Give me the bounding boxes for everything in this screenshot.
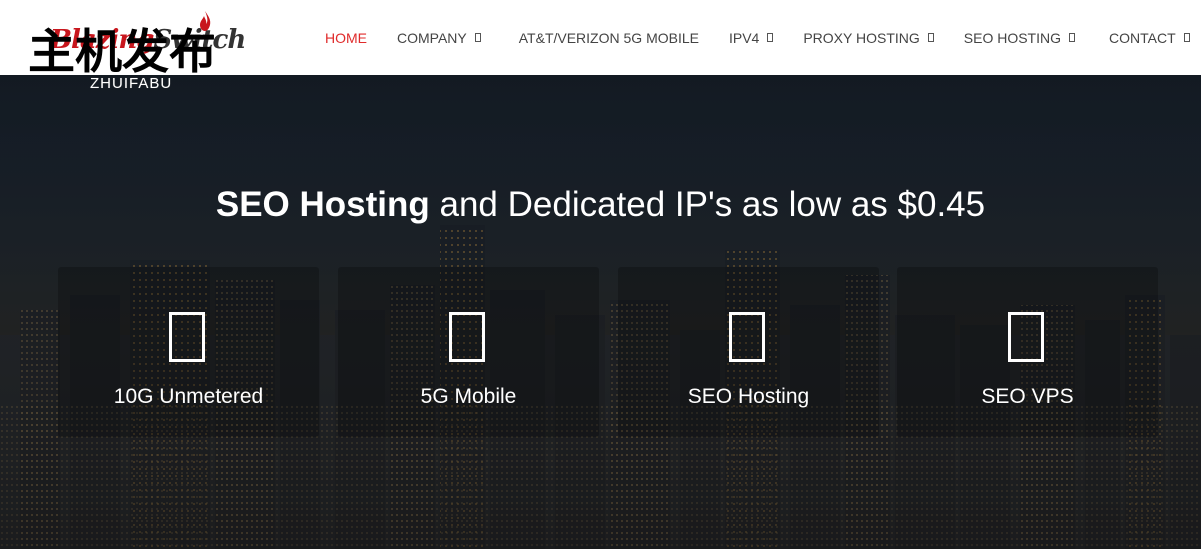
main-nav: HOME COMPANY AT&T/VERIZON 5G MOBILE IPV4…	[310, 0, 1190, 75]
hero-section: SEO Hosting and Dedicated IP's as low as…	[0, 75, 1201, 549]
service-card-seo-hosting[interactable]: SEO Hosting	[618, 267, 879, 437]
nav-item-label: SEO HOSTING	[963, 29, 1061, 46]
service-card-seo-vps[interactable]: SEO VPS	[897, 267, 1158, 437]
service-card-label: 10G Unmetered	[113, 385, 264, 408]
missing-glyph-icon	[168, 312, 205, 362]
nav-item-label: CONTACT	[1109, 29, 1176, 46]
nav-item-label: HOME	[325, 29, 367, 46]
service-card-5g-mobile[interactable]: 5G Mobile	[338, 267, 599, 437]
hero-title: SEO Hosting and Dedicated IP's as low as…	[0, 185, 1201, 225]
watermark-pinyin-text: ZHUIFABU	[90, 75, 173, 92]
hero-title-rest: and Dedicated IP's as low as $0.45	[429, 185, 986, 224]
service-card-label: SEO VPS	[981, 385, 1074, 408]
service-card-label: SEO Hosting	[687, 385, 810, 408]
nav-item-proxy-hosting[interactable]: PROXY HOSTING	[803, 29, 934, 46]
nav-item-company[interactable]: COMPANY	[397, 30, 481, 46]
nav-item-label: AT&T/VERIZON 5G MOBILE	[518, 29, 699, 46]
watermark-chinese-text: 主机发布	[28, 25, 216, 80]
dropdown-caret-icon	[1069, 33, 1075, 42]
nav-item-seo-hosting[interactable]: SEO HOSTING	[964, 30, 1075, 46]
site-logo[interactable]: BlazingSwitch 主机发布 ZHUIFABU	[28, 8, 268, 92]
nav-item-label: IPV4	[728, 29, 760, 46]
nav-item-att-verizon-5g-mobile[interactable]: AT&T/VERIZON 5G MOBILE	[519, 30, 699, 46]
dropdown-caret-icon	[474, 33, 481, 42]
nav-item-home[interactable]: HOME	[325, 30, 367, 46]
dropdown-caret-icon	[767, 33, 774, 42]
missing-glyph-icon	[448, 312, 485, 362]
missing-glyph-icon	[1007, 312, 1044, 362]
hero-title-bold: SEO Hosting	[215, 185, 430, 224]
nav-item-contact[interactable]: CONTACT	[1109, 30, 1190, 46]
missing-glyph-icon	[728, 312, 765, 362]
service-card-10g-unmetered[interactable]: 10G Unmetered	[58, 267, 319, 437]
dropdown-caret-icon	[1183, 33, 1190, 42]
nav-item-ipv4[interactable]: IPV4	[728, 29, 774, 46]
service-card-label: 5G Mobile	[420, 385, 517, 408]
nav-item-label: COMPANY	[397, 29, 467, 46]
dropdown-caret-icon	[927, 33, 934, 42]
nav-item-label: PROXY HOSTING	[803, 29, 920, 46]
